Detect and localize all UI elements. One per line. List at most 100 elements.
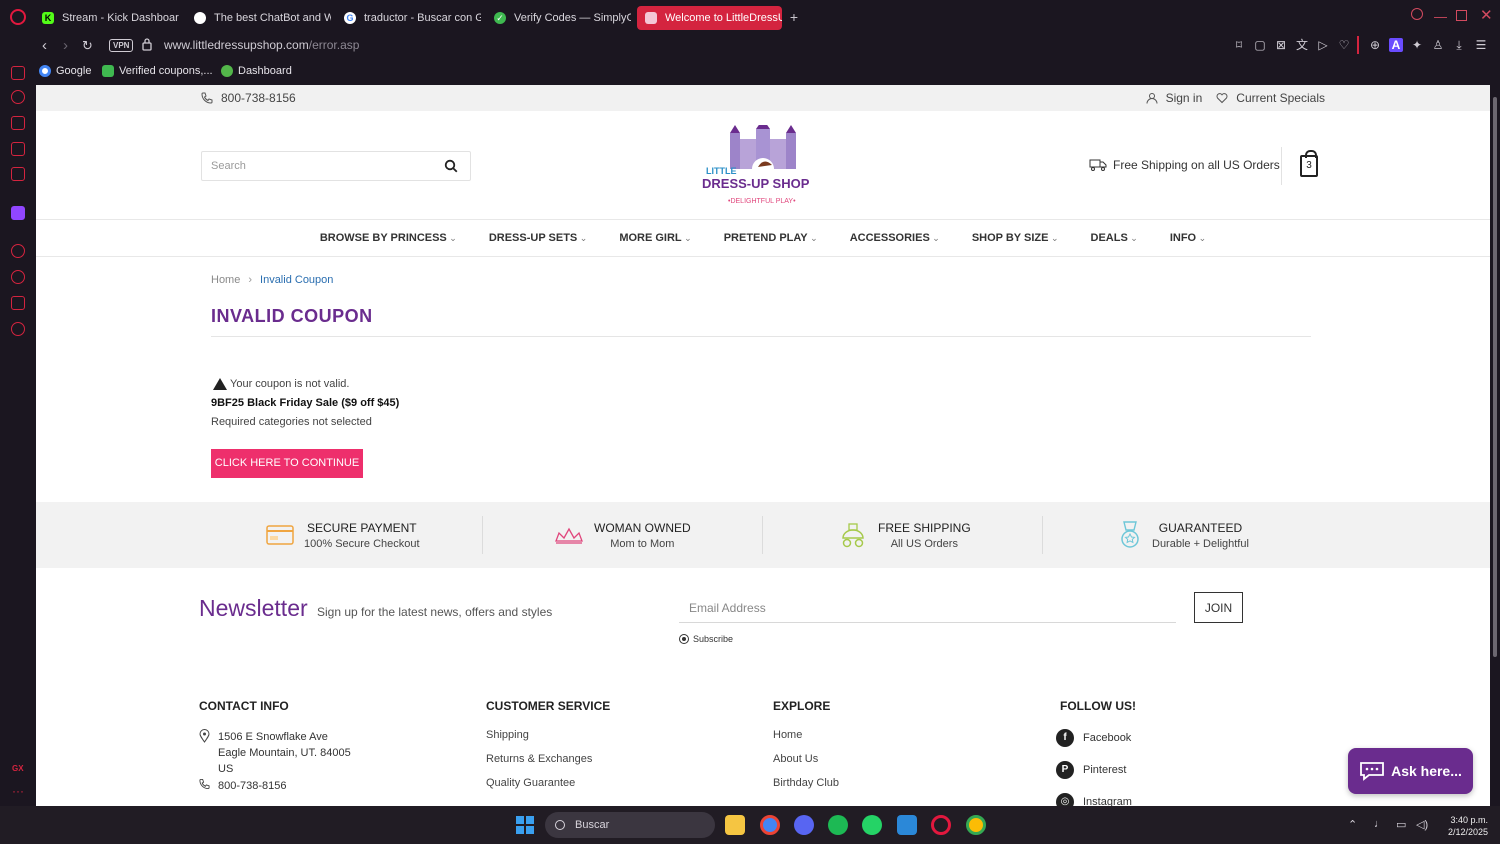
aria-icon[interactable] xyxy=(11,116,25,130)
close-window-button[interactable]: ✕ xyxy=(1480,6,1493,24)
truck-icon xyxy=(1089,159,1107,171)
notepad-icon[interactable] xyxy=(897,815,917,835)
search-icon[interactable] xyxy=(444,159,458,173)
newsletter-email-input[interactable] xyxy=(679,593,1176,623)
vpn-badge[interactable]: VPN xyxy=(109,39,134,52)
footer-link-instagram[interactable]: ◎ Instagram xyxy=(1056,793,1136,806)
nav-dress-up-sets[interactable]: DRESS-UP SETS xyxy=(489,232,587,244)
current-specials-link[interactable]: Current Specials xyxy=(1236,91,1325,105)
favorites-heart-icon[interactable]: ♡ xyxy=(1337,38,1351,52)
opera-menu-icon[interactable] xyxy=(10,9,26,25)
bookmark-icon[interactable]: ⌑ xyxy=(1232,38,1246,52)
downloads-icon[interactable]: ⤓ xyxy=(1452,38,1466,52)
footer-link-pinterest[interactable]: P Pinterest xyxy=(1056,761,1136,779)
lock-icon[interactable] xyxy=(142,37,152,51)
footer-link-returns[interactable]: Returns & Exchanges xyxy=(486,753,610,765)
footer-link-facebook[interactable]: f Facebook xyxy=(1056,729,1136,747)
nav-shop-by-size[interactable]: SHOP BY SIZE xyxy=(972,232,1059,244)
tray-overflow-icon[interactable]: ⌃ xyxy=(1348,818,1357,831)
adblock-icon[interactable]: ⊠ xyxy=(1274,38,1288,52)
taskbar-search[interactable]: Buscar xyxy=(545,812,715,838)
easy-setup-menu-icon[interactable]: ☰ xyxy=(1474,38,1488,52)
scrollbar-thumb[interactable] xyxy=(1493,97,1497,657)
chevron-right-icon: › xyxy=(248,274,253,286)
tab-verify-codes[interactable]: ✓ Verify Codes — SimplyC xyxy=(486,6,631,30)
snapshot-icon[interactable]: ▢ xyxy=(1253,38,1267,52)
translate-icon[interactable]: 文 xyxy=(1295,38,1309,52)
history-icon[interactable] xyxy=(11,270,25,284)
footer-link-home[interactable]: Home xyxy=(773,729,839,741)
windows-start-icon[interactable] xyxy=(516,816,534,834)
nav-pretend-play[interactable]: PRETEND PLAY xyxy=(724,232,818,244)
subscribe-radio[interactable]: Subscribe xyxy=(679,634,733,644)
nav-accessories[interactable]: ACCESSORIES xyxy=(850,232,940,244)
breadcrumb-home[interactable]: Home xyxy=(211,274,240,286)
search-input[interactable] xyxy=(202,152,422,180)
file-explorer-icon[interactable] xyxy=(725,815,745,835)
gx-control-icon[interactable] xyxy=(11,66,25,80)
join-button[interactable]: JOIN xyxy=(1194,592,1243,623)
header-phone[interactable]: 800-738-8156 xyxy=(201,91,296,105)
nav-info[interactable]: INFO xyxy=(1170,232,1206,244)
sidebar-more-icon[interactable]: ··· xyxy=(12,784,24,798)
tab-chatbot[interactable]: The best ChatBot and W xyxy=(186,6,331,30)
footer-link-quality-guarantee[interactable]: Quality Guarantee xyxy=(486,777,610,789)
chrome-icon[interactable] xyxy=(760,815,780,835)
minimize-button[interactable]: — xyxy=(1434,9,1447,24)
spotify-icon[interactable] xyxy=(828,815,848,835)
extension-badge-icon[interactable]: ⊕ xyxy=(1368,38,1382,52)
footer-follow-us: FOLLOW US! f Facebook P Pinterest ◎ Instagr… xyxy=(1056,699,1136,806)
reload-icon[interactable]: ↻ xyxy=(82,38,93,54)
nav-more-girl[interactable]: MORE GIRL xyxy=(619,232,691,244)
search-tabs-icon[interactable] xyxy=(1411,8,1423,20)
tab-littledressup[interactable]: Welcome to LittleDressUp xyxy=(637,6,782,30)
bookmark-dashboard[interactable]: Dashboard xyxy=(221,65,292,77)
extension-a-icon[interactable]: A xyxy=(1389,38,1403,52)
taskbar-clock[interactable]: 3:40 p.m. 2/12/2025 xyxy=(1436,814,1488,838)
footer-link-shipping[interactable]: Shipping xyxy=(486,729,610,741)
search-icon xyxy=(555,820,565,830)
microphone-icon[interactable]: ♩ xyxy=(1374,818,1385,830)
chrome-profile-icon[interactable] xyxy=(966,815,986,835)
bookmark-verified-coupons[interactable]: Verified coupons,... xyxy=(102,65,213,77)
maximize-button[interactable] xyxy=(1456,10,1467,21)
little-dressup-shop-logo[interactable]: LITTLE DRESS-UP SHOP •DELIGHTFUL PLAY• xyxy=(700,125,826,209)
url-field[interactable]: www.littledressupshop.com/error.asp xyxy=(164,38,359,52)
continue-button[interactable]: CLICK HERE TO CONTINUE xyxy=(211,449,363,478)
sign-in-link[interactable]: Sign in xyxy=(1166,91,1203,105)
breadcrumb-current[interactable]: Invalid Coupon xyxy=(260,274,333,286)
mail-icon[interactable] xyxy=(11,167,25,181)
nav-deals[interactable]: DEALS xyxy=(1091,232,1138,244)
player-sidebar-icon[interactable] xyxy=(11,244,25,258)
twitch-icon[interactable] xyxy=(11,206,25,220)
tasks-icon[interactable] xyxy=(11,142,25,156)
speed-dial-icon[interactable] xyxy=(11,90,25,104)
player-icon[interactable]: ▷ xyxy=(1316,38,1330,52)
settings-gear-icon[interactable] xyxy=(11,322,25,336)
chat-ask-here-button[interactable]: Ask here... xyxy=(1348,748,1473,794)
nav-browse-by-princess[interactable]: BROWSE BY PRINCESS xyxy=(320,232,457,244)
back-icon[interactable]: ‹ xyxy=(42,37,47,54)
logo-word-little: LITTLE xyxy=(706,166,737,176)
profile-icon[interactable]: ♙ xyxy=(1431,38,1445,52)
tab-kick-dashboard[interactable]: K Stream - Kick Dashboard xyxy=(34,6,179,30)
opera-gx-icon[interactable] xyxy=(931,815,951,835)
footer-link-about-us[interactable]: About Us xyxy=(773,753,839,765)
footer-link-birthday-club[interactable]: Birthday Club xyxy=(773,777,839,789)
taskbar-search-label: Buscar xyxy=(575,819,610,831)
forward-icon[interactable]: › xyxy=(63,37,68,54)
bookmark-google[interactable]: Google xyxy=(39,65,91,77)
discord-icon[interactable] xyxy=(794,815,814,835)
volume-icon[interactable]: ◁) xyxy=(1416,818,1428,831)
whatsapp-icon[interactable] xyxy=(862,815,882,835)
network-icon[interactable]: ▭ xyxy=(1396,818,1406,831)
footer-phone[interactable]: 800-738-8156 xyxy=(199,778,351,794)
feature-title: WOMAN OWNED xyxy=(594,520,691,535)
cart-bag-icon[interactable]: 3 xyxy=(1300,150,1318,177)
new-tab-button[interactable]: + xyxy=(786,10,802,26)
page-scrollbar[interactable] xyxy=(1490,85,1500,806)
tab-google-search[interactable]: G traductor - Buscar con G xyxy=(336,6,481,30)
free-shipping-banner[interactable]: Free Shipping on all US Orders xyxy=(1089,158,1280,172)
extensions-sidebar-icon[interactable] xyxy=(11,296,25,310)
extensions-puzzle-icon[interactable]: ✦ xyxy=(1410,38,1424,52)
